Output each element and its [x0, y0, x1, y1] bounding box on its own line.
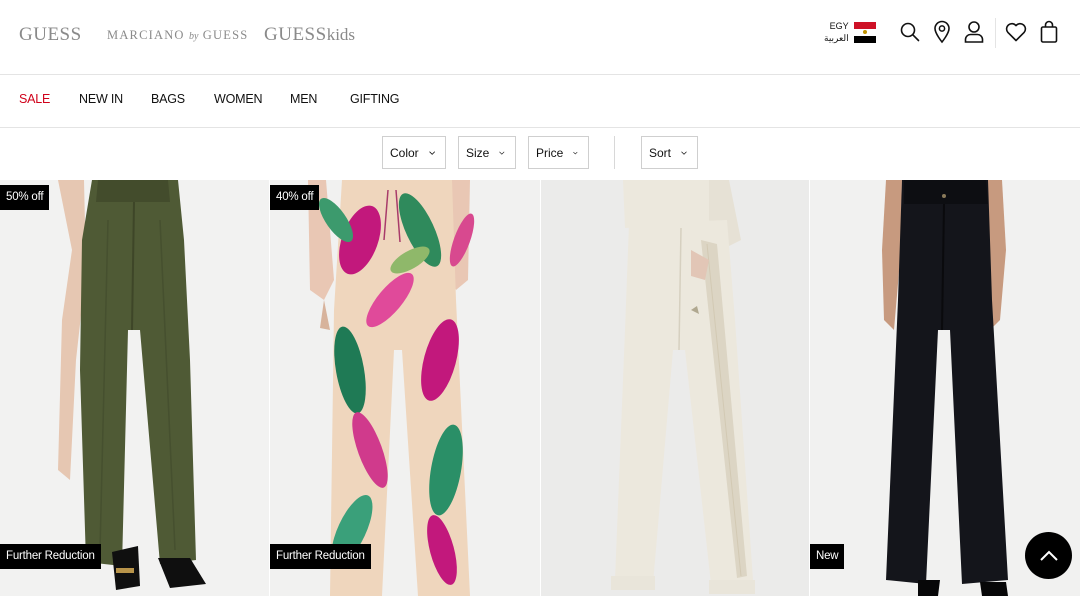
- nav-item-women[interactable]: WOMEN: [214, 92, 263, 106]
- guess-brand-logo[interactable]: GUESS: [19, 24, 82, 46]
- product-card[interactable]: 50% off Further Reduction: [0, 180, 269, 596]
- main-navigation: SALE NEW IN BAGS WOMEN MEN GIFTING: [0, 76, 1080, 128]
- site-header: GUESS MARCIANO by GUESS GUESSkids EGY ال…: [0, 0, 1080, 75]
- guess-kids-brand-logo[interactable]: GUESSkids: [264, 24, 355, 46]
- filter-divider: [614, 136, 615, 169]
- marciano-brand-logo[interactable]: MARCIANO by GUESS: [107, 28, 248, 43]
- locale-text: EGY العربية: [824, 20, 849, 44]
- chevron-down-icon: [573, 151, 578, 154]
- product-grid: 50% off Further Reduction 40% off Furthe…: [0, 180, 1080, 600]
- product-card[interactable]: 40% off Further Reduction: [270, 180, 540, 596]
- locale-selector[interactable]: EGY العربية: [824, 20, 876, 44]
- nav-item-gifting[interactable]: GIFTING: [350, 92, 399, 106]
- account-icon[interactable]: [961, 19, 987, 45]
- nav-item-sale[interactable]: SALE: [19, 92, 50, 106]
- nav-item-new-in[interactable]: NEW IN: [79, 92, 123, 106]
- sort-label: Sort: [649, 145, 672, 160]
- kids-brand-main-label: GUESS: [264, 24, 327, 45]
- chevron-down-icon: [428, 150, 435, 155]
- discount-badge: 40% off: [270, 185, 320, 210]
- header-divider: [995, 18, 996, 48]
- olive-trousers-image: [0, 180, 269, 596]
- price-filter-dropdown[interactable]: Price: [528, 136, 589, 169]
- shopping-bag-icon[interactable]: [1036, 19, 1062, 45]
- filter-bar: Color Size Price Sort: [0, 128, 1080, 180]
- discount-badge: 50% off: [0, 185, 50, 210]
- marciano-by-label: by: [189, 31, 199, 42]
- search-icon[interactable]: [897, 19, 923, 45]
- cream-trousers-image: [541, 180, 809, 596]
- marciano-guess-label: GUESS: [202, 28, 249, 42]
- product-card[interactable]: [541, 180, 809, 596]
- sort-dropdown[interactable]: Sort: [641, 136, 698, 169]
- new-badge: New: [810, 544, 845, 569]
- size-filter-dropdown[interactable]: Size: [458, 136, 516, 169]
- locale-language: العربية: [824, 33, 849, 43]
- chevron-up-icon: [1039, 550, 1058, 561]
- marciano-brand-label: MARCIANO: [107, 28, 185, 42]
- tropical-print-trousers-image: [270, 180, 540, 596]
- locale-country: EGY: [829, 21, 849, 31]
- color-filter-dropdown[interactable]: Color: [382, 136, 446, 169]
- guess-brand-label: GUESS: [19, 24, 82, 45]
- promo-badge: Further Reduction: [0, 544, 101, 569]
- nav-item-bags[interactable]: BAGS: [151, 92, 185, 106]
- chevron-down-icon: [499, 151, 505, 155]
- size-filter-label: Size: [466, 145, 490, 160]
- egypt-flag-icon: [853, 21, 876, 43]
- chevron-down-icon: [681, 151, 687, 155]
- scroll-to-top-button[interactable]: [1025, 532, 1072, 579]
- color-filter-label: Color: [390, 145, 419, 160]
- nav-item-men[interactable]: MEN: [290, 92, 317, 106]
- kids-brand-suffix-label: kids: [326, 25, 356, 44]
- price-filter-label: Price: [536, 145, 564, 160]
- wishlist-heart-icon[interactable]: [1003, 19, 1029, 45]
- location-pin-icon[interactable]: [929, 19, 955, 45]
- promo-badge: Further Reduction: [270, 544, 371, 569]
